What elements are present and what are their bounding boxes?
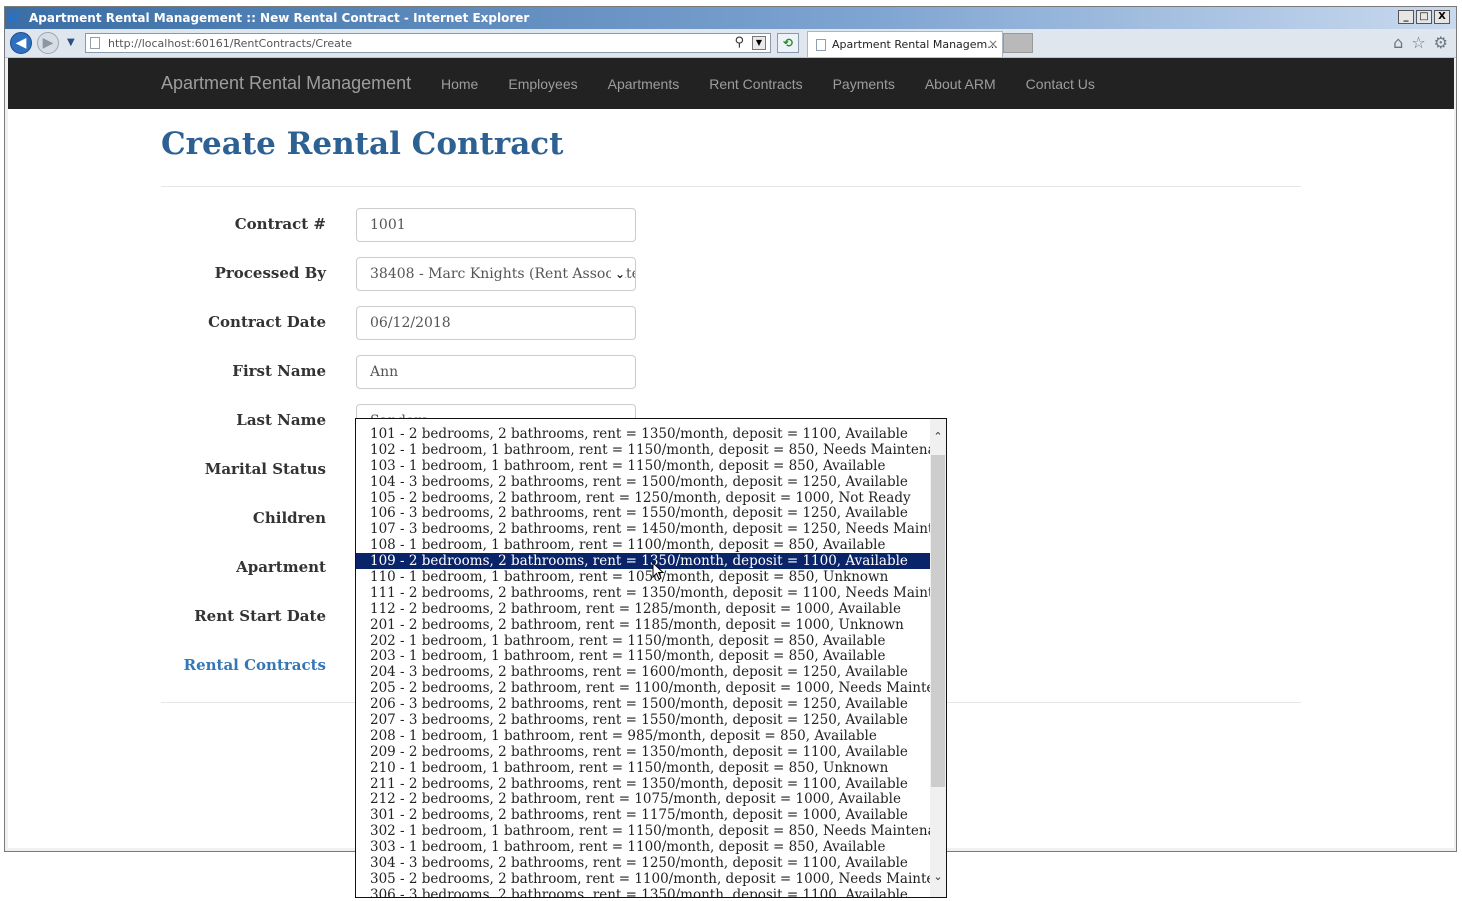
forward-arrow-icon[interactable]: ▶ [37,32,59,54]
scroll-thumb[interactable] [931,455,945,787]
nav-home[interactable]: Home [441,75,478,93]
apartment-option[interactable]: 110 - 1 bedroom, 1 bathroom, rent = 1050… [356,569,930,585]
apartment-option[interactable]: 103 - 1 bedroom, 1 bathroom, rent = 1150… [356,458,930,474]
nav-payments[interactable]: Payments [833,75,895,93]
apartment-option[interactable]: 205 - 2 bedrooms, 2 bathroom, rent = 110… [356,680,930,696]
first-name-label: First Name [232,362,326,380]
apartment-options: 101 - 2 bedrooms, 2 bathrooms, rent = 13… [356,426,930,897]
address-bar[interactable]: http://localhost:60161/RentContracts/Cre… [85,33,771,53]
apartment-option[interactable]: 301 - 2 bedrooms, 2 bathrooms, rent = 11… [356,807,930,823]
apartment-option[interactable]: 204 - 3 bedrooms, 2 bathrooms, rent = 16… [356,664,930,680]
contract-number-input[interactable]: 1001 [356,208,636,242]
nav-apartments[interactable]: Apartments [608,75,680,93]
apartment-option[interactable]: 206 - 3 bedrooms, 2 bathrooms, rent = 15… [356,696,930,712]
apartment-option[interactable]: 202 - 1 bedroom, 1 bathroom, rent = 1150… [356,633,930,649]
address-url[interactable]: http://localhost:60161/RentContracts/Cre… [108,36,352,51]
back-arrow-icon[interactable]: ◀ [10,32,32,54]
site-brand[interactable]: Apartment Rental Management [161,73,411,93]
apartment-option[interactable]: 212 - 2 bedrooms, 2 bathroom, rent = 107… [356,791,930,808]
apartment-option[interactable]: 210 - 1 bedroom, 1 bathroom, rent = 1150… [356,760,930,776]
star-icon[interactable]: ☆ [1411,34,1425,52]
last-name-label: Last Name [236,411,326,429]
apartment-option[interactable]: 303 - 1 bedroom, 1 bathroom, rent = 1100… [356,839,930,855]
close-button[interactable]: X [1434,10,1450,24]
apartment-option[interactable]: 109 - 2 bedrooms, 2 bathrooms, rent = 13… [356,553,930,570]
site-navbar: Apartment Rental Management Home Employe… [8,58,1454,109]
children-label: Children [252,509,326,527]
apartment-option[interactable]: 111 - 2 bedrooms, 2 bathrooms, rent = 13… [356,585,930,601]
apartment-option[interactable]: 203 - 1 bedroom, 1 bathroom, rent = 1150… [356,648,930,665]
apartment-option[interactable]: 108 - 1 bedroom, 1 bathroom, rent = 1100… [356,537,930,553]
site-menu: Home Employees Apartments Rent Contracts… [441,75,1125,93]
apartment-option[interactable]: 207 - 3 bedrooms, 2 bathrooms, rent = 15… [356,712,930,728]
contract-number-label: Contract # [234,215,326,233]
contract-date-input[interactable]: 06/12/2018 [356,306,636,340]
page-title: Create Rental Contract [161,126,564,162]
marital-status-label: Marital Status [204,460,326,478]
tab-title[interactable]: Apartment Rental Managem... [832,38,998,52]
refresh-icon[interactable]: ⟲ [777,33,799,53]
apartment-option[interactable]: 101 - 2 bedrooms, 2 bathrooms, rent = 13… [356,426,930,442]
nav-rent-contracts[interactable]: Rent Contracts [709,75,802,93]
home-icon[interactable]: ⌂ [1393,34,1403,52]
browser-toolbar: ◀ ▶ ▼ http://localhost:60161/RentContrac… [5,29,1456,58]
apartment-option[interactable]: 305 - 2 bedrooms, 2 bathroom, rent = 110… [356,871,930,887]
apartment-option[interactable]: 107 - 3 bedrooms, 2 bathrooms, rent = 14… [356,521,930,537]
processed-by-select[interactable]: 38408 - Marc Knights (Rent Associate) ⌄ [356,257,636,291]
apartment-option[interactable]: 201 - 2 bedrooms, 2 bathroom, rent = 118… [356,617,930,633]
title-bar: e Apartment Rental Management :: New Ren… [5,7,1456,29]
divider [161,186,1301,187]
apartment-option[interactable]: 104 - 3 bedrooms, 2 bathrooms, rent = 15… [356,474,930,490]
history-dropdown-icon[interactable]: ▼ [67,37,75,49]
nav-contact[interactable]: Contact Us [1026,75,1095,93]
apartment-option[interactable]: 112 - 2 bedrooms, 2 bathroom, rent = 128… [356,601,930,617]
nav-employees[interactable]: Employees [508,75,577,93]
nav-about[interactable]: About ARM [925,75,996,93]
first-name-input[interactable]: Ann [356,355,636,389]
minimize-button[interactable]: _ [1398,10,1414,24]
apartment-option[interactable]: 209 - 2 bedrooms, 2 bathrooms, rent = 13… [356,744,930,760]
search-icon[interactable]: ⚲ [734,35,744,51]
gear-icon[interactable]: ⚙ [1434,34,1448,52]
browser-tab[interactable]: Apartment Rental Managem... × [807,31,1003,57]
apartment-option[interactable]: 105 - 2 bedrooms, 2 bathroom, rent = 125… [356,490,930,506]
apartment-option[interactable]: 106 - 3 bedrooms, 2 bathrooms, rent = 15… [356,505,930,522]
scroll-down-icon[interactable]: ⌄ [930,871,946,883]
window-buttons: _ □ X [1398,10,1450,24]
window-title: Apartment Rental Management :: New Renta… [29,11,530,25]
apartment-dropdown-list[interactable]: 101 - 2 bedrooms, 2 bathrooms, rent = 13… [355,418,947,898]
maximize-button[interactable]: □ [1416,10,1432,24]
apartment-option[interactable]: 211 - 2 bedrooms, 2 bathrooms, rent = 13… [356,776,930,792]
apartment-option[interactable]: 102 - 1 bedroom, 1 bathroom, rent = 1150… [356,442,930,458]
apartment-label: Apartment [236,558,326,576]
contract-date-label: Contract Date [208,313,326,331]
tab-page-icon [816,39,826,51]
browser-tools: ⌂ ☆ ⚙ [1393,34,1448,52]
mouse-pointer-icon [652,562,665,580]
chevron-down-icon: ⌄ [610,258,625,290]
address-dropdown-icon[interactable]: ▼ [752,36,766,50]
dropdown-scrollbar[interactable]: ⌃ ⌄ [930,419,946,897]
rent-start-date-label: Rent Start Date [194,607,326,625]
ie-logo-icon: e [9,7,20,26]
scroll-up-icon[interactable]: ⌃ [930,431,946,443]
apartment-option[interactable]: 208 - 1 bedroom, 1 bathroom, rent = 985/… [356,728,930,744]
page-icon [90,37,100,49]
apartment-option[interactable]: 306 - 3 bedrooms, 2 bathrooms, rent = 13… [356,887,930,897]
apartment-option[interactable]: 304 - 3 bedrooms, 2 bathrooms, rent = 12… [356,855,930,871]
new-tab-button[interactable] [1003,33,1033,53]
rental-contracts-link[interactable]: Rental Contracts [138,655,326,675]
processed-by-value: 38408 - Marc Knights (Rent Associate) [370,266,636,282]
processed-by-label: Processed By [214,264,326,282]
apartment-option[interactable]: 302 - 1 bedroom, 1 bathroom, rent = 1150… [356,823,930,839]
tab-close-icon[interactable]: × [988,37,998,51]
